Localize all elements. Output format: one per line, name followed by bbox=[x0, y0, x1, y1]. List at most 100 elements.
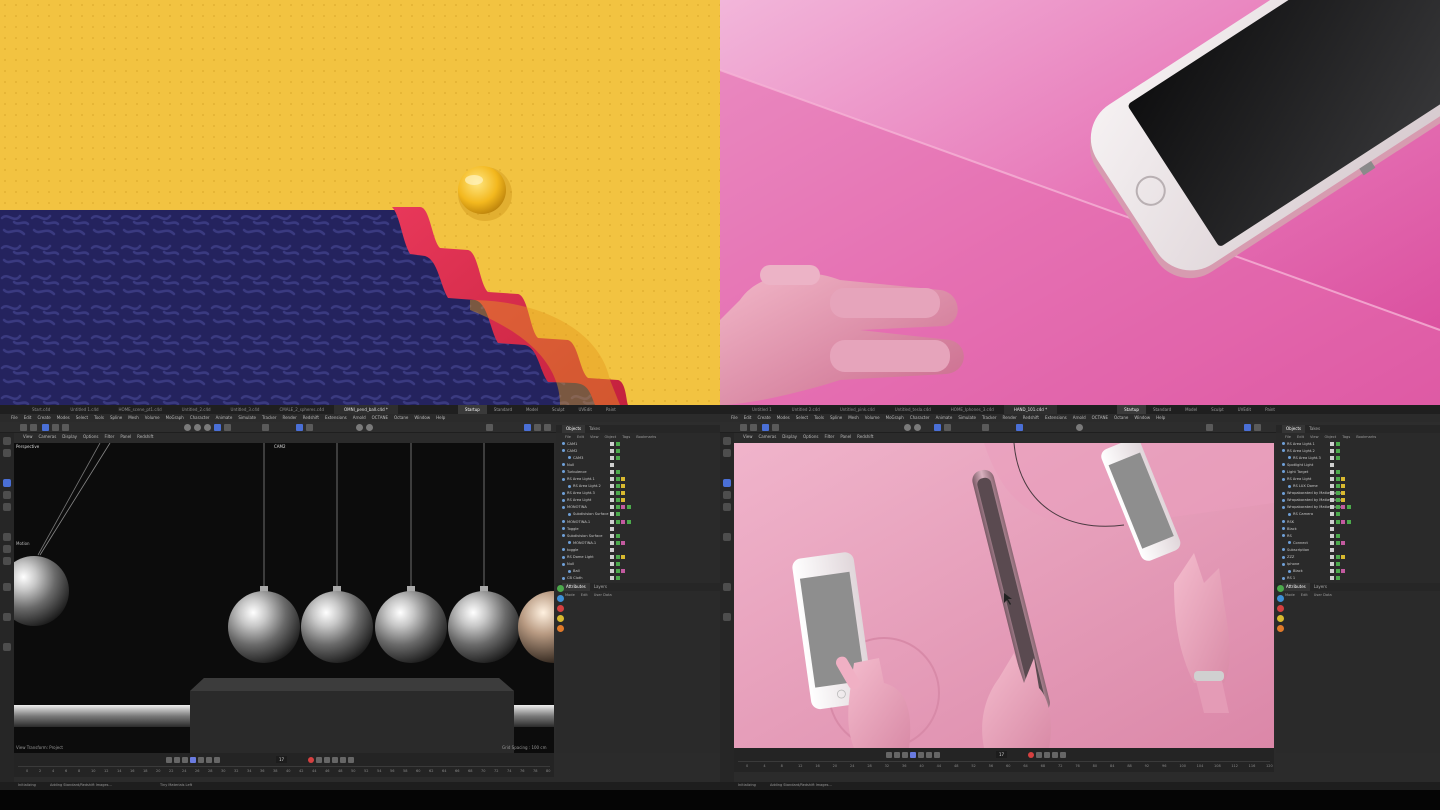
tag-icon[interactable] bbox=[1335, 555, 1340, 560]
orange-icon[interactable] bbox=[1277, 625, 1284, 632]
yellow-icon[interactable] bbox=[1277, 615, 1284, 622]
key-rot-icon[interactable] bbox=[340, 757, 346, 763]
doc-tab[interactable]: HOME_Iphones_3.c4d bbox=[941, 405, 1004, 414]
tag-icon[interactable] bbox=[1335, 512, 1340, 517]
object-row[interactable]: RS Area Light.1 bbox=[1276, 440, 1440, 447]
tag-icon[interactable] bbox=[621, 540, 625, 545]
texture-icon[interactable] bbox=[723, 583, 731, 591]
blue-icon[interactable] bbox=[1277, 595, 1284, 602]
object-row[interactable]: Black bbox=[1276, 525, 1440, 532]
tag-icon[interactable] bbox=[610, 484, 614, 489]
keyframe-icon[interactable] bbox=[1044, 752, 1050, 758]
tag-icon[interactable] bbox=[610, 469, 614, 474]
object-menu-item-3[interactable]: Object bbox=[1322, 435, 1340, 439]
menu-item-4[interactable]: Select bbox=[793, 414, 811, 422]
viewport-menu-item-0[interactable]: View bbox=[20, 433, 36, 441]
object-row[interactable]: Spotlight Light bbox=[1276, 461, 1440, 468]
tag-icon[interactable] bbox=[1330, 555, 1334, 560]
object-row[interactable]: RS Area Light.3 bbox=[1276, 454, 1440, 461]
frame-field[interactable]: 17 bbox=[996, 751, 1008, 758]
tag-icon[interactable] bbox=[1341, 477, 1345, 482]
prev-key-icon[interactable] bbox=[174, 757, 180, 763]
timeline[interactable]: 17 0 4 8 12 16 20 24 28 32 36 40 44 48 52 56 60 64 68 72 76… bbox=[734, 748, 1274, 772]
autokey-icon[interactable] bbox=[1036, 752, 1042, 758]
doc-tab[interactable]: Untitled_tesla.c4d bbox=[885, 405, 941, 414]
layout-tab[interactable]: UVEdit bbox=[1231, 405, 1258, 414]
menu-item-13[interactable]: Tracker bbox=[259, 414, 279, 422]
menu-item-16[interactable]: Extensions bbox=[1042, 414, 1070, 422]
go-end-icon[interactable] bbox=[214, 757, 220, 763]
menu-item-8[interactable]: Volume bbox=[862, 414, 883, 422]
object-row[interactable]: Null bbox=[556, 461, 720, 468]
tag-icon[interactable] bbox=[1330, 455, 1334, 460]
tag-icon[interactable] bbox=[1335, 491, 1340, 496]
object-row[interactable]: CAM1 bbox=[556, 440, 720, 447]
menu-item-8[interactable]: Volume bbox=[142, 414, 163, 422]
green-icon[interactable] bbox=[557, 585, 564, 592]
search-icon[interactable] bbox=[1254, 424, 1261, 431]
undo-icon[interactable] bbox=[740, 424, 747, 431]
doc-tab[interactable]: Start.c4d bbox=[22, 405, 60, 414]
deformer-icon[interactable] bbox=[306, 424, 313, 431]
tag-icon[interactable] bbox=[1346, 519, 1351, 524]
live-select-icon[interactable] bbox=[723, 449, 731, 457]
menu-item-20[interactable]: Window bbox=[411, 414, 433, 422]
tab-objects[interactable]: Objects bbox=[562, 425, 586, 433]
object-row[interactable]: RS Area Light.2 bbox=[556, 483, 720, 490]
next-frame-icon[interactable] bbox=[918, 752, 924, 758]
tag-icon[interactable] bbox=[621, 498, 625, 503]
tag-icon[interactable] bbox=[626, 505, 631, 510]
tag-icon[interactable] bbox=[615, 484, 620, 489]
menu-item-12[interactable]: Simulate bbox=[955, 414, 979, 422]
tag-icon[interactable] bbox=[615, 569, 620, 574]
tab-layers[interactable]: Layers bbox=[590, 583, 611, 591]
render-view-icon[interactable] bbox=[184, 424, 191, 431]
layout-tab[interactable]: Sculpt bbox=[1204, 405, 1231, 414]
viewport-menu-item-1[interactable]: Cameras bbox=[36, 433, 60, 441]
tag-icon[interactable] bbox=[615, 498, 620, 503]
frame-field[interactable]: 17 bbox=[276, 756, 288, 763]
tag-icon[interactable] bbox=[610, 547, 614, 552]
scale-tool-icon[interactable] bbox=[723, 491, 731, 499]
tag-icon[interactable] bbox=[1330, 462, 1334, 467]
rotate-icon[interactable] bbox=[62, 424, 69, 431]
object-row[interactable]: RS LUX Dome bbox=[1276, 483, 1440, 490]
tag-icon[interactable] bbox=[610, 448, 614, 453]
attr-menu-user-data[interactable]: User Data bbox=[591, 593, 615, 597]
object-row[interactable]: Wrapaborated by Matias Tomo.1 bbox=[1276, 490, 1440, 497]
move-icon[interactable] bbox=[42, 424, 49, 431]
layout-tab[interactable]: UVEdit bbox=[572, 405, 599, 414]
object-row[interactable]: CB Cloth bbox=[556, 575, 720, 582]
object-row[interactable]: RS Camera bbox=[1276, 511, 1440, 518]
tag-icon[interactable] bbox=[610, 526, 614, 531]
object-row[interactable]: MONOTINA.1 bbox=[556, 539, 720, 546]
go-end-icon[interactable] bbox=[934, 752, 940, 758]
menu-item-2[interactable]: Create bbox=[34, 414, 53, 422]
subdivide-icon[interactable] bbox=[262, 424, 269, 431]
menu-item-12[interactable]: Simulate bbox=[235, 414, 259, 422]
object-menu-item-1[interactable]: Edit bbox=[574, 435, 587, 439]
menu-item-14[interactable]: Render bbox=[279, 414, 299, 422]
viewport-3d[interactable] bbox=[734, 443, 1274, 748]
tag-icon[interactable] bbox=[1341, 484, 1345, 489]
viewport-menu-item-4[interactable]: Filter bbox=[101, 433, 117, 441]
orange-icon[interactable] bbox=[557, 625, 564, 632]
menu-item-6[interactable]: Spline bbox=[827, 414, 845, 422]
object-row[interactable]: Wrapaborated by Matias Tomo.3 bbox=[1276, 504, 1440, 511]
tag-icon[interactable] bbox=[1335, 562, 1340, 567]
record-icon[interactable] bbox=[308, 757, 314, 763]
scale-icon[interactable] bbox=[772, 424, 779, 431]
move-tool-icon[interactable] bbox=[3, 479, 11, 487]
tag-icon[interactable] bbox=[621, 477, 625, 482]
tag-icon[interactable] bbox=[610, 455, 614, 460]
viewport-menu-item-6[interactable]: Redshift bbox=[854, 433, 876, 441]
viewport-3d[interactable]: Perspective CAM2 Motion View Transform: … bbox=[14, 443, 554, 753]
blue-icon[interactable] bbox=[557, 595, 564, 602]
prev-frame-icon[interactable] bbox=[182, 757, 188, 763]
object-row[interactable]: MONOTINA.1 bbox=[556, 518, 720, 525]
tag-icon[interactable] bbox=[1330, 526, 1334, 531]
key-pos-icon[interactable] bbox=[332, 757, 338, 763]
menu-item-5[interactable]: Tools bbox=[811, 414, 827, 422]
tag-icon[interactable] bbox=[1335, 505, 1340, 510]
object-row[interactable]: RS Area Light.2 bbox=[1276, 447, 1440, 454]
